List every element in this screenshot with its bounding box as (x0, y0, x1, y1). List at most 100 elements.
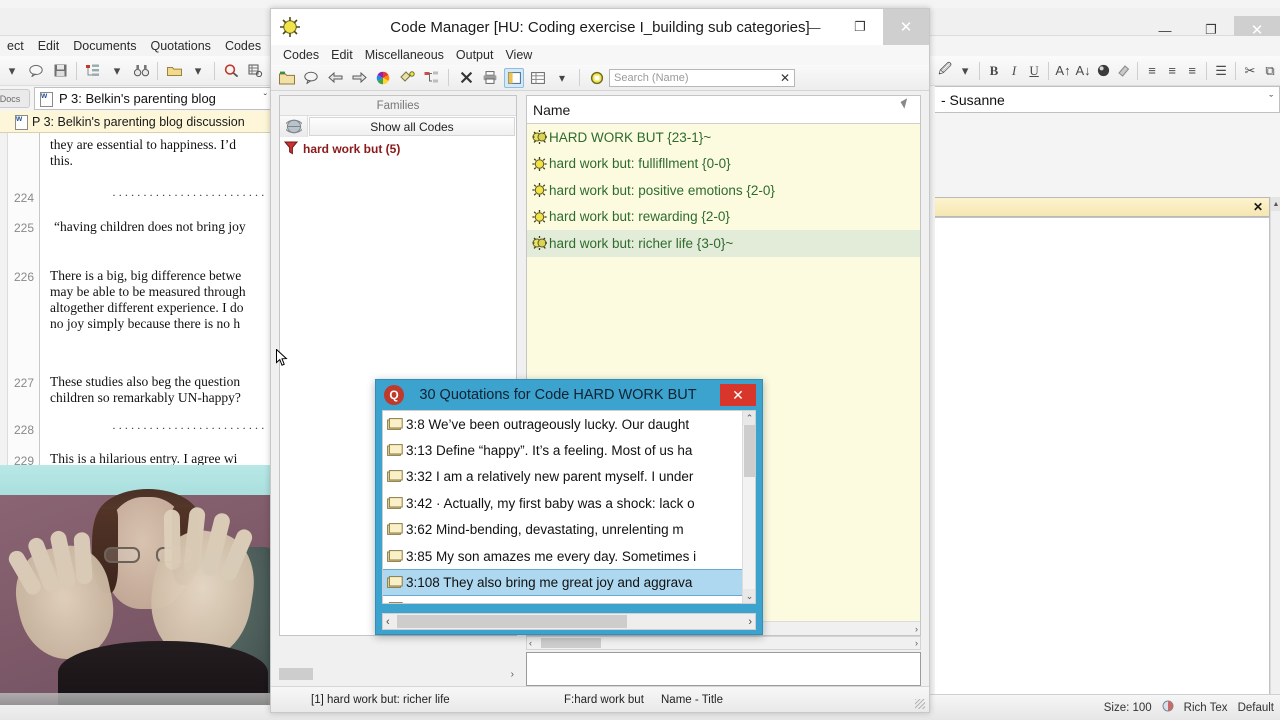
dropdown-arrow-icon[interactable]: ▾ (956, 60, 974, 82)
quotation-row[interactable]: 3:42 · Actually, my first baby was a sho… (383, 490, 755, 516)
text-color-icon[interactable]: 🖉 (936, 60, 954, 82)
bullet-list-icon[interactable]: ☰ (1212, 60, 1230, 82)
dropdown-arrow-icon[interactable]: ▾ (1, 60, 23, 82)
table-view-icon[interactable] (528, 68, 548, 88)
cm-menu-view[interactable]: View (499, 48, 538, 62)
cut-icon[interactable]: ✂ (1241, 60, 1259, 82)
search-icon[interactable] (587, 68, 607, 88)
family-item-hard-work-but[interactable]: hard work but (5) (280, 139, 516, 159)
dropdown-arrow-icon[interactable]: ▾ (106, 60, 128, 82)
document-selector[interactable]: P 3: Belkin's parenting blog ˇ (34, 87, 271, 110)
highlight-color-icon[interactable] (1094, 60, 1112, 82)
scroll-right-icon[interactable]: › (511, 669, 514, 680)
quotation-row[interactable]: 3:8 We’ve been outrageously lucky. Our d… (383, 411, 755, 437)
quotation-row[interactable]: 3:42 · Actually, my first baby was a sho… (383, 596, 755, 603)
scroll-left-icon[interactable]: ‹ (386, 616, 390, 628)
code-row[interactable]: hard work but: fullifllment {0-0} (527, 151, 920, 178)
code-row[interactable]: HARD WORK BUT {23-1}~ (527, 124, 920, 151)
comment-icon[interactable] (301, 68, 321, 88)
quotation-row[interactable]: 3:62 Mind-bending, devastating, unrelent… (383, 517, 755, 543)
align-right-icon[interactable]: ≡ (1183, 60, 1201, 82)
resize-grip[interactable] (915, 699, 925, 709)
document-subtab[interactable]: P 3: Belkin's parenting blog discussion (0, 111, 271, 133)
quotations-vscrollbar[interactable]: ⌃ ⌄ (742, 411, 755, 603)
quotation-row[interactable]: 3:85 My son amazes me every day. Sometim… (383, 543, 755, 569)
cm-menu-edit[interactable]: Edit (325, 48, 359, 62)
show-all-codes-button[interactable]: Show all Codes (309, 117, 515, 136)
code-row[interactable]: hard work but: positive emotions {2-0} (527, 177, 920, 204)
sort-arrow-icon[interactable]: ◤ (900, 97, 912, 110)
quotations-hscrollbar[interactable]: ‹ › (382, 613, 756, 630)
cm-maximize-button[interactable]: ❐ (837, 9, 883, 45)
quotations-dialog-close-button[interactable]: ✕ (720, 384, 756, 406)
document-paragraph: this. (50, 153, 73, 168)
quotation-row[interactable]: 3:13 Define “happy”. It’s a feeling. Mos… (383, 437, 755, 463)
clear-search-icon[interactable]: ✕ (780, 71, 790, 85)
main-menu-documents[interactable]: Documents (66, 39, 143, 53)
quotation-row-selected[interactable]: 3:108 They also bring me great joy and a… (383, 569, 755, 596)
families-hscrollbar[interactable]: ‹ › (279, 666, 517, 682)
cm-minimize-button[interactable]: — (791, 9, 837, 45)
code-group-icon (531, 129, 548, 145)
quotation-row[interactable]: 3:32 I am a relatively new parent myself… (383, 464, 755, 490)
delete-icon[interactable] (456, 68, 476, 88)
comment-editor-area[interactable] (935, 217, 1270, 720)
underline-icon[interactable]: U (1025, 60, 1043, 82)
comment-icon[interactable] (25, 60, 47, 82)
code-row-selected[interactable]: hard work but: richer life {3-0}~ (527, 230, 920, 257)
code-row-label: hard work but: rewarding {2-0} (549, 209, 730, 225)
globe-icon[interactable] (280, 116, 308, 137)
cooccurrence-icon[interactable] (244, 60, 266, 82)
split-view-icon[interactable] (504, 67, 524, 88)
author-selector[interactable]: - Susanne ˇ (935, 86, 1280, 113)
scroll-down-icon[interactable]: ⌄ (743, 589, 755, 603)
cm-menu-output[interactable]: Output (450, 48, 500, 62)
codes-column-header[interactable]: Name ◤ (527, 96, 920, 124)
color-wheel-icon[interactable] (373, 68, 393, 88)
scroll-right-icon[interactable]: › (915, 624, 918, 634)
chevron-down-icon[interactable]: ˇ (264, 93, 267, 104)
decrease-font-icon[interactable]: A↓ (1074, 60, 1092, 82)
close-icon[interactable]: ✕ (1253, 200, 1263, 214)
scroll-up-icon[interactable]: ▲ (1271, 197, 1280, 211)
binoculars-icon[interactable] (130, 60, 152, 82)
print-icon[interactable] (480, 68, 500, 88)
open-folder-icon[interactable] (163, 60, 185, 82)
cm-close-button[interactable]: ✕ (883, 9, 929, 45)
main-menu-codes[interactable]: Codes (218, 39, 268, 53)
chevron-down-icon[interactable]: ˇ (1269, 94, 1273, 106)
dropdown-arrow-icon[interactable]: ▾ (552, 68, 572, 88)
new-code-icon[interactable] (277, 68, 297, 88)
codes-panel-hscrollbar[interactable]: ‹ › (526, 636, 921, 650)
structure-icon[interactable] (82, 60, 104, 82)
scroll-up-icon[interactable]: ⌃ (743, 411, 755, 425)
align-center-icon[interactable]: ≡ (1163, 60, 1181, 82)
docs-tab[interactable]: Docs (0, 89, 30, 108)
query-tool-icon[interactable] (220, 60, 242, 82)
code-row[interactable]: hard work but: rewarding {2-0} (527, 204, 920, 231)
italic-icon[interactable]: I (1005, 60, 1023, 82)
comment-scrollbar[interactable]: ▲ (1270, 197, 1280, 720)
code-comment-field[interactable] (526, 652, 921, 686)
network-icon[interactable] (421, 68, 441, 88)
scroll-right-icon[interactable]: › (915, 638, 918, 648)
back-arrow-icon[interactable] (325, 68, 345, 88)
bold-icon[interactable]: B (985, 60, 1003, 82)
cm-menu-miscellaneous[interactable]: Miscellaneous (359, 48, 450, 62)
main-menu-edit[interactable]: Edit (31, 39, 67, 53)
increase-font-icon[interactable]: A↑ (1054, 60, 1072, 82)
scroll-right-icon[interactable]: › (748, 616, 752, 628)
eraser-icon[interactable] (1114, 60, 1132, 82)
forward-arrow-icon[interactable] (349, 68, 369, 88)
save-icon[interactable] (49, 60, 71, 82)
dropdown-arrow-icon[interactable]: ▾ (187, 60, 209, 82)
color-swatch-icon[interactable] (1162, 700, 1174, 715)
align-left-icon[interactable]: ≡ (1143, 60, 1161, 82)
code-color-icon[interactable] (397, 68, 417, 88)
main-menu-project[interactable]: ect (0, 39, 31, 53)
scroll-left-icon[interactable]: ‹ (529, 638, 532, 648)
copy-icon[interactable]: ⧉ (1261, 60, 1279, 82)
cm-menu-codes[interactable]: Codes (277, 48, 325, 62)
main-menu-quotations[interactable]: Quotations (143, 39, 217, 53)
search-input[interactable]: Search (Name) ✕ (609, 68, 795, 87)
